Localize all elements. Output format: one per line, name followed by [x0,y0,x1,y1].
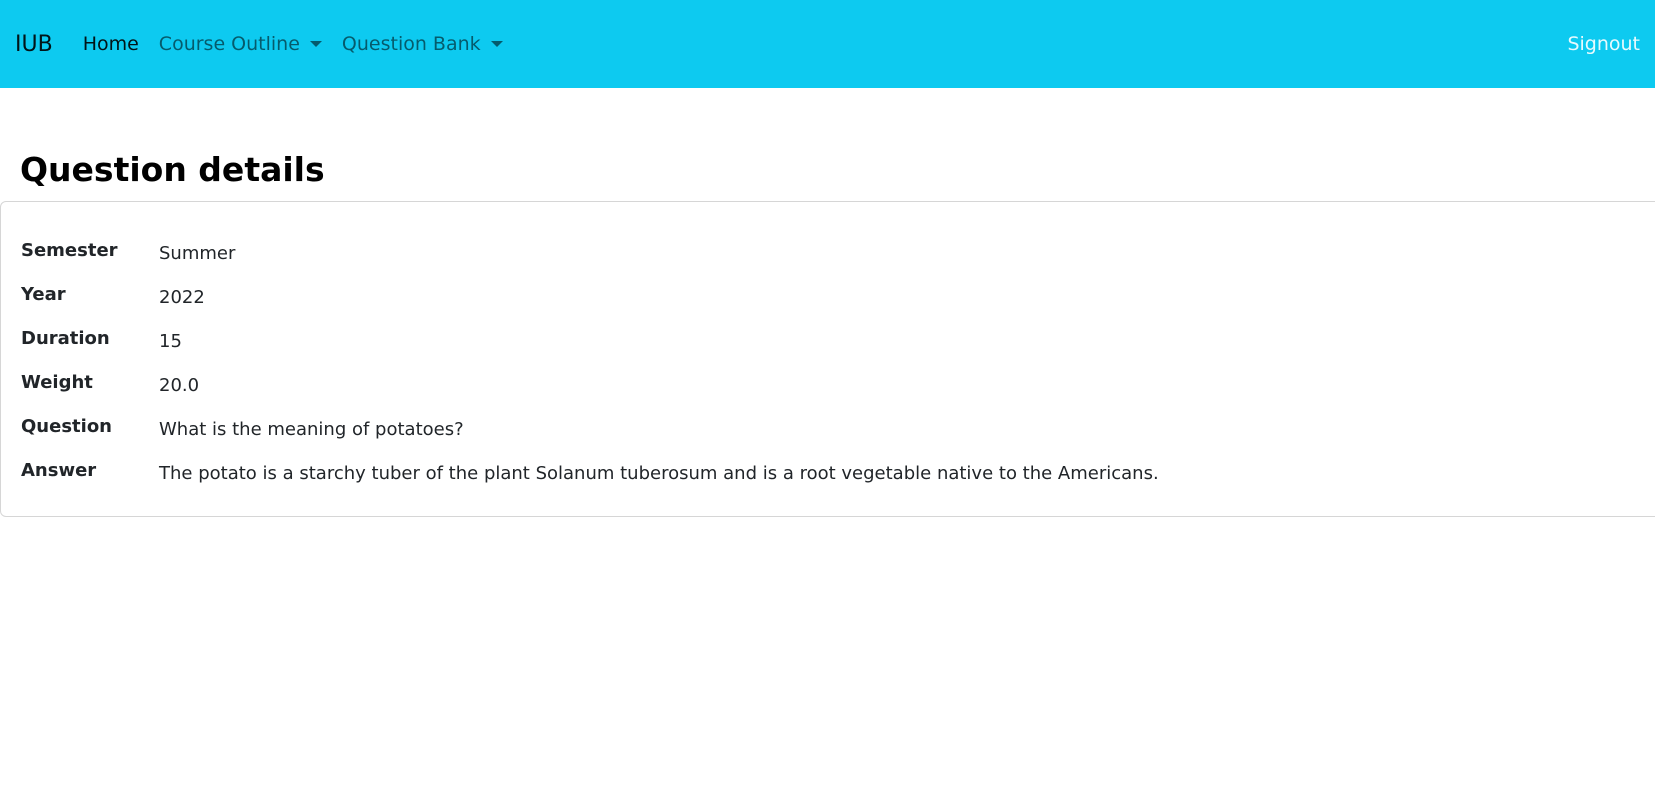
brand-link[interactable]: IUB [15,32,53,57]
detail-row-duration: Duration 15 [21,328,1644,372]
detail-value: 2022 [159,287,205,308]
page-title: Question details [20,150,325,189]
detail-row-semester: Semester Summer [21,240,1644,284]
detail-label: Semester [21,240,118,261]
nav-home[interactable]: Home [83,33,139,55]
detail-label: Question [21,416,112,437]
navbar: IUB Home Course Outline Question Bank Si… [0,0,1655,88]
detail-row-question: Question What is the meaning of potatoes… [21,416,1644,460]
caret-down-icon [309,41,322,47]
detail-value: 15 [159,331,182,352]
detail-value: Summer [159,243,236,264]
signout-link[interactable]: Signout [1567,33,1640,55]
detail-label: Weight [21,372,93,393]
detail-label: Duration [21,328,110,349]
nav-course-outline-label: Course Outline [158,33,300,55]
detail-label: Year [21,284,66,305]
detail-value: The potato is a starchy tuber of the pla… [159,463,1159,484]
detail-value: What is the meaning of potatoes? [159,419,464,440]
detail-row-weight: Weight 20.0 [21,372,1644,416]
details-card: Semester Summer Year 2022 Duration 15 We… [0,201,1655,517]
detail-value: 20.0 [159,375,200,396]
detail-label: Answer [21,460,97,481]
nav-question-bank-dropdown[interactable]: Question Bank [342,33,503,55]
caret-down-icon [490,41,503,47]
detail-row-year: Year 2022 [21,284,1644,328]
detail-row-answer: Answer The potato is a starchy tuber of … [21,460,1644,504]
nav-question-bank-label: Question Bank [341,33,481,55]
nav-course-outline-dropdown[interactable]: Course Outline [159,33,322,55]
